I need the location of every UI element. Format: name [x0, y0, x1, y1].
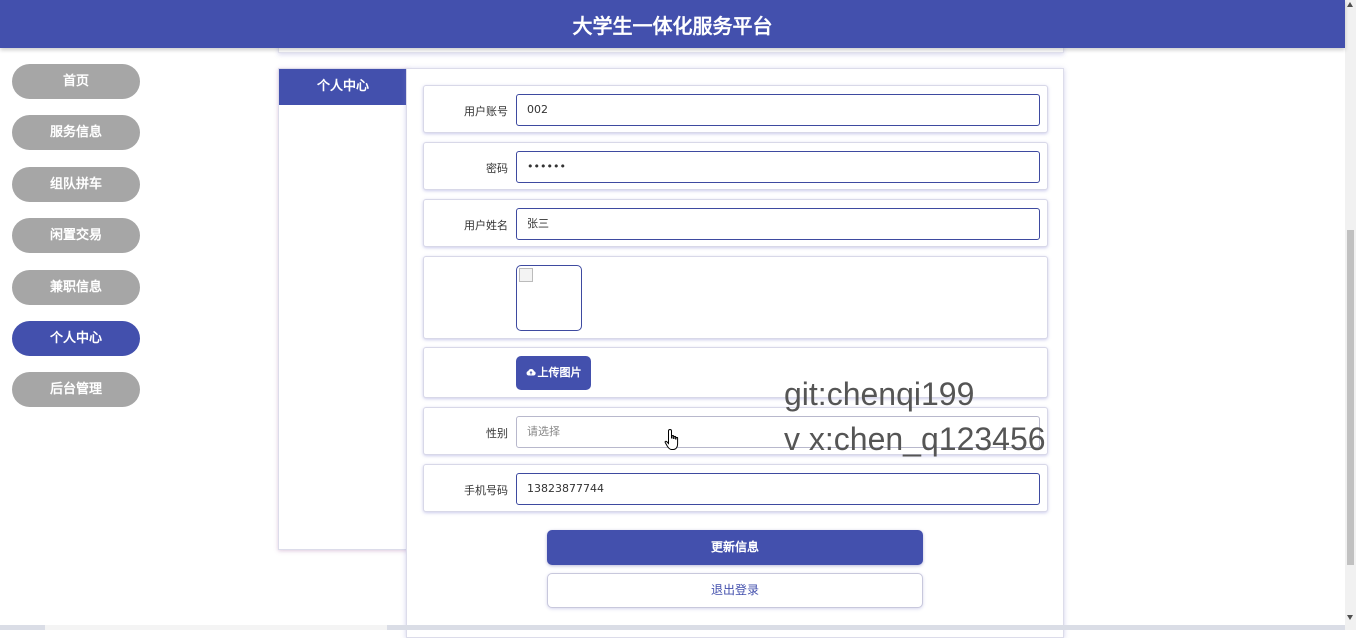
nav-item-second-hand[interactable]: 闲置交易 [12, 218, 140, 254]
nav-item-admin[interactable]: 后台管理 [12, 372, 140, 408]
vertical-scrollbar[interactable] [1345, 0, 1356, 630]
upload-image-button[interactable]: 上传图片 [516, 356, 591, 390]
broken-image-icon [519, 268, 533, 282]
horizontal-scrollbar-thumb[interactable] [45, 625, 387, 630]
avatar-image[interactable] [516, 265, 582, 331]
upload-button-label: 上传图片 [537, 366, 582, 379]
form-row-avatar [423, 256, 1048, 339]
scroll-up-icon[interactable] [1347, 2, 1353, 7]
name-input[interactable]: 张三 [516, 208, 1040, 240]
horizontal-scrollbar[interactable] [0, 625, 1345, 630]
cloud-upload-icon [526, 357, 536, 391]
phone-input[interactable]: 13823877744 [516, 473, 1040, 505]
form-row-account: 用户账号 002 [423, 85, 1048, 133]
update-info-button[interactable]: 更新信息 [547, 530, 923, 565]
phone-label: 手机号码 [464, 484, 508, 497]
form-row-password: 密码 •••••• [423, 142, 1048, 190]
personal-center-side-panel: 个人中心 [278, 68, 408, 550]
nav-item-part-time[interactable]: 兼职信息 [12, 269, 140, 305]
password-input[interactable]: •••••• [516, 151, 1040, 183]
name-label: 用户姓名 [464, 219, 508, 232]
watermark-line-1: git:chenqi199 [784, 376, 975, 412]
scroll-down-icon[interactable] [1347, 615, 1353, 620]
app-title: 大学生一体化服务平台 [572, 14, 773, 38]
sidebar-nav: 首页 服务信息 组队拼车 闲置交易 兼职信息 个人中心 后台管理 [12, 64, 140, 424]
nav-item-personal-center[interactable]: 个人中心 [12, 320, 140, 356]
hand-cursor-icon [664, 428, 682, 452]
top-header: 大学生一体化服务平台 [0, 0, 1345, 48]
nav-item-home[interactable]: 首页 [12, 64, 140, 99]
profile-form-panel: 用户账号 002 密码 •••••• 用户姓名 张三 上传图片 性别 请选择 手… [406, 68, 1064, 638]
logout-button[interactable]: 退出登录 [547, 573, 923, 608]
nav-item-carpool[interactable]: 组队拼车 [12, 166, 140, 202]
gender-label: 性别 [486, 427, 508, 440]
tab-personal-center[interactable]: 个人中心 [279, 69, 407, 105]
nav-item-service-info[interactable]: 服务信息 [12, 115, 140, 151]
scrollbar-thumb[interactable] [1347, 230, 1354, 565]
watermark-line-2: v x:chen_q123456 [784, 421, 1046, 457]
account-label: 用户账号 [464, 105, 508, 118]
form-row-phone: 手机号码 13823877744 [423, 464, 1048, 512]
password-label: 密码 [486, 162, 508, 175]
form-row-name: 用户姓名 张三 [423, 199, 1048, 247]
account-input[interactable]: 002 [516, 94, 1040, 126]
